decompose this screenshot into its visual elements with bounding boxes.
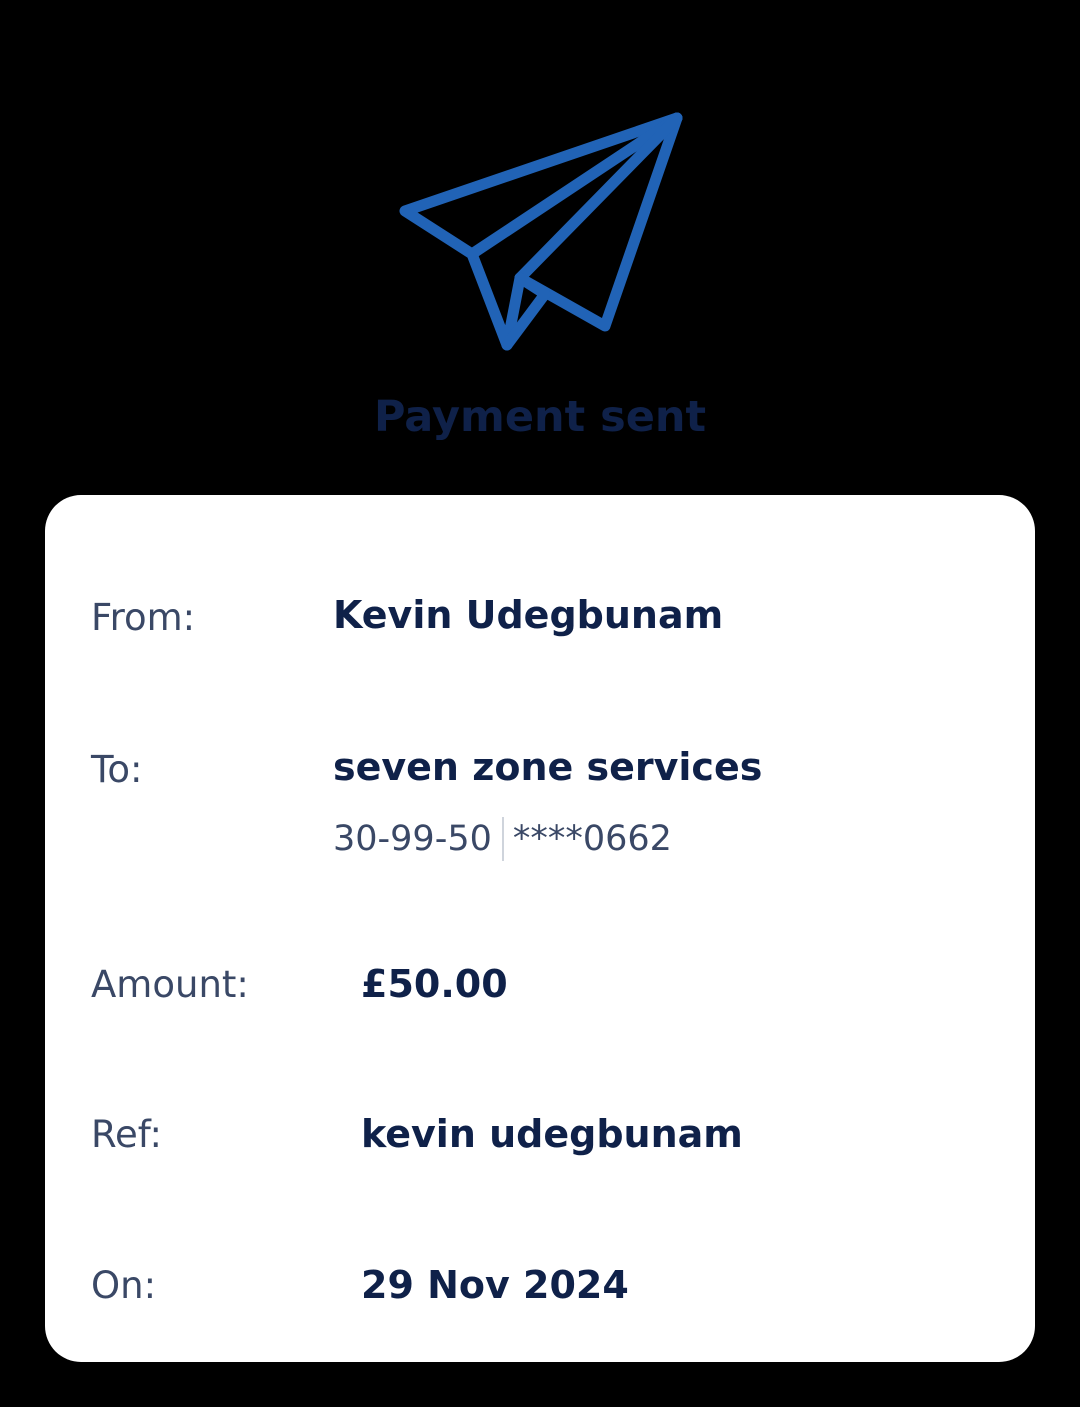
ref-label: Ref: xyxy=(91,1113,162,1156)
ref-value: kevin udegbunam xyxy=(361,1112,743,1156)
amount-label: Amount: xyxy=(91,963,249,1006)
sort-code: 30-99-50 xyxy=(333,819,492,859)
account-number: ****0662 xyxy=(512,819,672,859)
date-value: 29 Nov 2024 xyxy=(361,1263,629,1307)
payee-account-details: 30-99-50 ****0662 xyxy=(333,816,672,862)
to-label: To: xyxy=(91,748,143,791)
date-label: On: xyxy=(91,1264,157,1307)
from-label: From: xyxy=(91,596,196,639)
from-value: Kevin Udegbunam xyxy=(333,593,724,637)
page-title: Payment sent xyxy=(373,392,707,442)
amount-value: £50.00 xyxy=(361,962,508,1006)
account-divider xyxy=(501,817,504,861)
to-value: seven zone services xyxy=(333,745,763,789)
paper-plane-icon xyxy=(399,112,683,351)
payment-details-card: From: Kevin Udegbunam To: seven zone ser… xyxy=(45,495,1035,1362)
